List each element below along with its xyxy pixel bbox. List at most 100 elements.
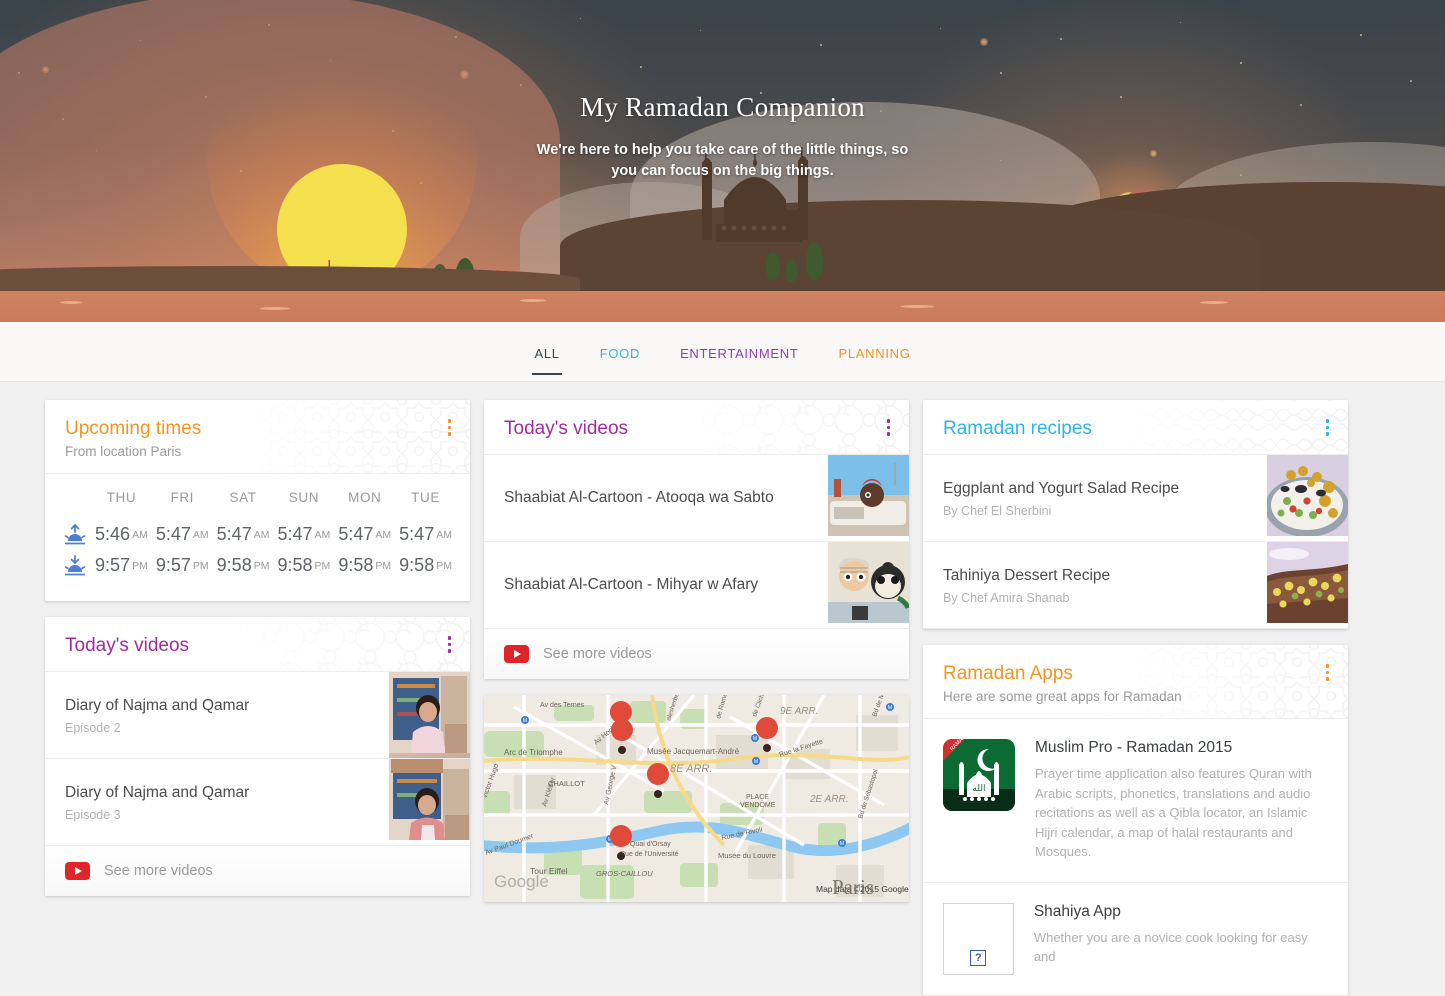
hero-subtitle-line1: We're here to help you take care of the …: [536, 142, 909, 158]
card-ramadan-recipes: Ramadan recipes Eggplant and Yogurt Sala…: [923, 400, 1348, 629]
time-cell: 5:46 AM: [91, 519, 152, 550]
land-left: [0, 266, 580, 292]
time-meridiem: PM: [375, 560, 392, 572]
time-value: 5:47: [216, 524, 252, 544]
time-cell: 9:57 PM: [91, 550, 152, 581]
time-cell: 5:47 AM: [334, 519, 395, 550]
app-name: Muslim Pro - Ramadan 2015: [1035, 739, 1233, 756]
time-cell: 9:58 PM: [213, 550, 274, 581]
time-meridiem: AM: [375, 529, 392, 541]
list-item-text: Shaabiat Al-Cartoon - Mihyar w Afary: [484, 542, 828, 628]
map-city-label: Paris: [832, 875, 874, 899]
list-item[interactable]: Eggplant and Yogurt Salad Recipe By Chef…: [923, 455, 1348, 542]
video-episode: Episode 3: [65, 807, 121, 822]
time-value: 5:47: [338, 524, 374, 544]
app-description: Prayer time application also features Qu…: [1035, 766, 1312, 859]
svg-text:Arc de Triomphe: Arc de Triomphe: [504, 748, 563, 757]
card-menu-button[interactable]: [1324, 417, 1332, 438]
card-map[interactable]: Av des Ternes Arc de Triomphe Musée Jacq…: [484, 695, 909, 902]
broken-image-placeholder-icon: ?: [943, 902, 1014, 975]
video-episode: Episode 2: [65, 720, 121, 735]
svg-text:M: M: [888, 705, 892, 711]
svg-text:8E ARR.: 8E ARR.: [670, 763, 712, 775]
card-header: Ramadan Apps Here are some great apps fo…: [923, 645, 1348, 719]
svg-text:M: M: [840, 841, 844, 847]
tab-entertainment[interactable]: ENTERTAINMENT: [660, 322, 818, 382]
time-meridiem: PM: [192, 560, 209, 572]
tab-planning[interactable]: PLANNING: [818, 322, 930, 382]
see-more-videos-button[interactable]: See more videos: [484, 629, 909, 679]
see-more-label: See more videos: [104, 863, 213, 879]
svg-text:Av des Ternes: Av des Ternes: [540, 702, 585, 709]
card-menu-button[interactable]: [885, 417, 893, 438]
list-item-text: Diary of Najma and Qamar Episode 3: [45, 759, 389, 845]
sunset-icon: [59, 554, 91, 577]
app-name: Shahiya App: [1033, 902, 1121, 920]
day-header: THU: [106, 490, 137, 505]
video-title: Diary of Najma and Qamar: [65, 783, 250, 801]
time-value: 9:58: [216, 555, 252, 575]
time-meridiem: AM: [192, 529, 209, 541]
time-cell: 9:58 PM: [395, 550, 456, 581]
column-left: Upcoming times From location Paris THU FR…: [45, 400, 470, 896]
time-cell: 9:58 PM: [334, 550, 395, 581]
card-header: Today's videos: [45, 617, 470, 672]
day-header: FRI: [170, 490, 195, 505]
see-more-label: See more videos: [543, 646, 652, 662]
card-header: Upcoming times From location Paris: [45, 400, 470, 474]
hero-subtitle-line2: you can focus on the big things.: [611, 163, 834, 179]
tab-label: FOOD: [599, 346, 641, 361]
video-title: Shaabiat Al-Cartoon - Atooqa wa Sabto: [504, 489, 774, 506]
paris-map[interactable]: Av des Ternes Arc de Triomphe Musée Jacq…: [484, 695, 909, 902]
card-title: Upcoming times: [65, 418, 202, 439]
svg-text:M: M: [523, 718, 527, 724]
card-todays-videos-center: Today's videos Shaabiat Al-Cartoon - Ato…: [484, 400, 909, 679]
card-menu-button[interactable]: [446, 634, 454, 655]
video-thumbnail[interactable]: [828, 542, 909, 628]
video-thumbnail[interactable]: [389, 672, 470, 758]
svg-text:M: M: [753, 736, 757, 742]
tab-bar: ALL FOOD ENTERTAINMENT PLANNING: [0, 322, 1445, 382]
svg-text:2E ARR.: 2E ARR.: [809, 794, 849, 805]
list-item[interactable]: Tahiniya Dessert Recipe By Chef Amira Sh…: [923, 542, 1348, 629]
list-item[interactable]: Diary of Najma and Qamar Episode 2: [45, 672, 470, 759]
time-meridiem: PM: [253, 560, 270, 572]
youtube-icon: [65, 862, 90, 880]
time-value: 5:46: [95, 524, 131, 544]
svg-text:Quai d'Orsay: Quai d'Orsay: [630, 841, 671, 848]
recipe-thumbnail[interactable]: [1265, 455, 1348, 541]
list-item[interactable]: Shaabiat Al-Cartoon - Mihyar w Afary: [484, 542, 909, 629]
list-item-text: Eggplant and Yogurt Salad Recipe By Chef…: [923, 455, 1267, 541]
time-value: 5:47: [277, 524, 313, 544]
recipe-thumbnail[interactable]: [1267, 542, 1348, 628]
tree-icon: [786, 260, 797, 282]
card-board: Upcoming times From location Paris THU FR…: [0, 382, 1445, 996]
card-header: Ramadan recipes: [923, 400, 1348, 455]
list-item[interactable]: Shaabiat Al-Cartoon - Atooqa wa Sabto: [484, 455, 909, 542]
list-item[interactable]: Diary of Najma and Qamar Episode 3: [45, 759, 470, 846]
list-item[interactable]: الله RAMADAN Muslim Pro - Ramadan 2015 P…: [923, 719, 1348, 883]
list-item-text: Shaabiat Al-Cartoon - Atooqa wa Sabto: [484, 455, 828, 541]
tab-food[interactable]: FOOD: [580, 322, 660, 382]
tab-label: ENTERTAINMENT: [680, 346, 799, 361]
video-thumbnail[interactable]: [389, 759, 470, 845]
card-menu-button[interactable]: [446, 417, 454, 438]
time-cell: 5:47 AM: [152, 519, 213, 550]
svg-text:Rue de l'Université: Rue de l'Université: [620, 851, 679, 858]
active-tab-underline: [532, 372, 562, 375]
svg-text:9E ARR.: 9E ARR.: [780, 706, 819, 717]
see-more-videos-button[interactable]: See more videos: [45, 846, 470, 896]
svg-text:Musée du Louvre: Musée du Louvre: [718, 851, 776, 860]
tree-icon: [766, 252, 780, 280]
broken-image-glyph: ?: [970, 949, 987, 966]
tab-all[interactable]: ALL: [514, 322, 579, 382]
youtube-icon: [504, 645, 529, 663]
card-menu-button[interactable]: [1324, 662, 1332, 683]
time-cell: 5:47 AM: [395, 519, 456, 550]
time-meridiem: AM: [253, 529, 270, 541]
card-subtitle: From location Paris: [65, 444, 182, 459]
card-title: Today's videos: [65, 635, 190, 656]
list-item[interactable]: ? Shahiya App Whether you are a novice c…: [923, 883, 1348, 996]
video-thumbnail[interactable]: [828, 455, 909, 541]
muslim-pro-app-icon: الله RAMADAN: [943, 739, 1015, 811]
